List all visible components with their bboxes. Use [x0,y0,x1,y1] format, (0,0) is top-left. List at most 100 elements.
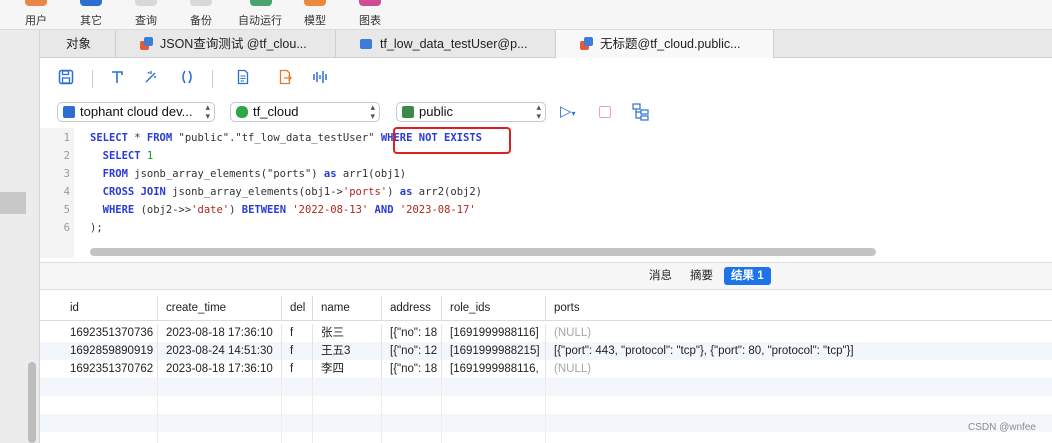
chevron-updown-icon: ▴ ▾ [370,102,375,121]
run-icon[interactable]: ▷▾ [560,103,582,121]
toolbar-label: 其它 [80,15,102,27]
sidebar-scrollbar[interactable] [28,362,36,443]
tab-label: 无标题@tf_cloud.public... [600,37,741,51]
code-token: 1 [146,150,154,162]
users-icon [25,0,47,6]
code-token: as [323,168,337,180]
toolbar-other-button[interactable]: 其它 [66,0,116,30]
editor-toolbar [40,58,1052,98]
explain-plan-icon[interactable] [632,103,650,121]
code-token: (obj2->> [134,204,192,216]
server-select[interactable]: tophant cloud dev... ▴ ▾ [57,102,215,122]
code-token: ); [90,222,103,234]
chevron-updown-icon: ▴ ▾ [536,102,541,121]
toolbar-label: 图表 [359,15,381,27]
tab-untitled-query[interactable]: 无标题@tf_cloud.public... [556,30,774,58]
annotation-highlight-box [393,127,511,154]
tab-label: 对象 [66,37,92,51]
line-number: 5 [63,204,70,216]
toolbar-label: 查询 [135,15,157,27]
table-cell[interactable]: [{"no": 18 [381,360,441,378]
table-cell[interactable]: [1691999988215] [441,342,545,360]
table-cell[interactable]: 李四 [312,360,381,378]
table-cell[interactable]: 1692351370736 [62,324,157,342]
query-icon [140,37,154,51]
schema-icon [402,106,414,118]
table-cell[interactable]: [{"no": 12 [381,342,441,360]
table-cell[interactable]: 2023-08-18 17:36:10 [157,360,281,378]
sidebar-selected-item[interactable] [0,192,26,214]
tab-objects[interactable]: 对象 [40,30,116,58]
code-token: 'ports' [342,186,388,198]
row-stripe [40,414,1052,432]
code-token: '2023-08-17' [399,204,476,216]
tab-messages[interactable]: 消息 [642,267,679,285]
code-token: * [127,132,147,144]
column-header-ports[interactable]: ports [545,296,1052,320]
tab-result-1[interactable]: 结果 1 [724,267,771,285]
format-icon[interactable] [107,69,127,89]
brackets-icon[interactable] [177,69,197,89]
toolbar-query-button[interactable]: 查询 [121,0,171,30]
table-cell[interactable]: (NULL) [545,324,1052,342]
table-cell[interactable]: [1691999988116, [441,360,545,378]
column-header-address[interactable]: address [381,296,441,320]
column-header-name[interactable]: name [312,296,381,320]
toolbar-label: 用户 [25,15,47,27]
save-icon[interactable] [56,69,76,89]
header-divider [40,320,1052,321]
table-cell[interactable]: 1692351370762 [62,360,157,378]
document-icon[interactable] [233,69,253,89]
line-number: 1 [63,132,70,144]
column-header-id[interactable]: id [62,296,157,320]
table-cell[interactable]: f [281,342,312,360]
editor-horizontal-scrollbar[interactable] [90,248,876,256]
toolbar-chart-button[interactable]: 图表 [345,0,395,30]
table-cell[interactable]: f [281,360,312,378]
automation-icon [250,0,272,6]
watermark: CSDN @wnfee [968,422,1036,433]
chevron-updown-icon: ▴ ▾ [205,102,210,121]
toolbar-automation-button[interactable]: 自动运行 [232,0,288,30]
code-line: ); [90,222,103,234]
table-cell[interactable]: 王五3 [312,342,381,360]
toolbar-label: 备份 [190,15,212,27]
table-cell[interactable]: [{"no": 18 [381,324,441,342]
tab-table[interactable]: tf_low_data_testUser@p... [336,30,556,58]
toolbar-label: 自动运行 [238,15,282,27]
toolbar-separator [212,70,213,88]
model-icon [304,0,326,6]
stop-icon[interactable] [599,106,611,118]
line-number: 2 [63,150,70,162]
toolbar-model-button[interactable]: 模型 [290,0,340,30]
table-cell[interactable]: 2023-08-18 17:36:10 [157,324,281,342]
code-token: AND [374,204,394,216]
magic-icon[interactable] [141,69,161,89]
code-token: BETWEEN [241,204,287,216]
column-header-del[interactable]: del [281,296,312,320]
code-token: arr2(obj2) [412,186,482,198]
toolbar-label: 模型 [304,15,326,27]
line-number: 6 [63,222,70,234]
table-cell[interactable]: (NULL) [545,360,1052,378]
database-select[interactable]: tf_cloud ▴ ▾ [230,102,380,122]
line-number: 4 [63,186,70,198]
row-stripe [40,378,1052,396]
toolbar-separator [92,70,93,88]
schema-select[interactable]: public ▴ ▾ [396,102,546,122]
tab-json-query[interactable]: JSON查询测试 @tf_clou... [116,30,336,58]
column-header-create-time[interactable]: create_time [157,296,281,320]
tab-summary[interactable]: 摘要 [683,267,720,285]
table-cell[interactable]: 张三 [312,324,381,342]
toolbar-backup-button[interactable]: 备份 [176,0,226,30]
toolbar-users-button[interactable]: 用户 [11,0,61,30]
column-header-role-ids[interactable]: role_ids [441,296,545,320]
table-cell[interactable]: 1692859890919 [62,342,157,360]
table-cell[interactable]: [{"port": 443, "protocol": "tcp"}, {"por… [545,342,1052,360]
export-icon[interactable] [275,69,295,89]
other-icon [80,0,102,6]
table-cell[interactable]: f [281,324,312,342]
explain-icon[interactable] [310,69,330,89]
table-cell[interactable]: 2023-08-24 14:51:30 [157,342,281,360]
table-cell[interactable]: [1691999988116] [441,324,545,342]
